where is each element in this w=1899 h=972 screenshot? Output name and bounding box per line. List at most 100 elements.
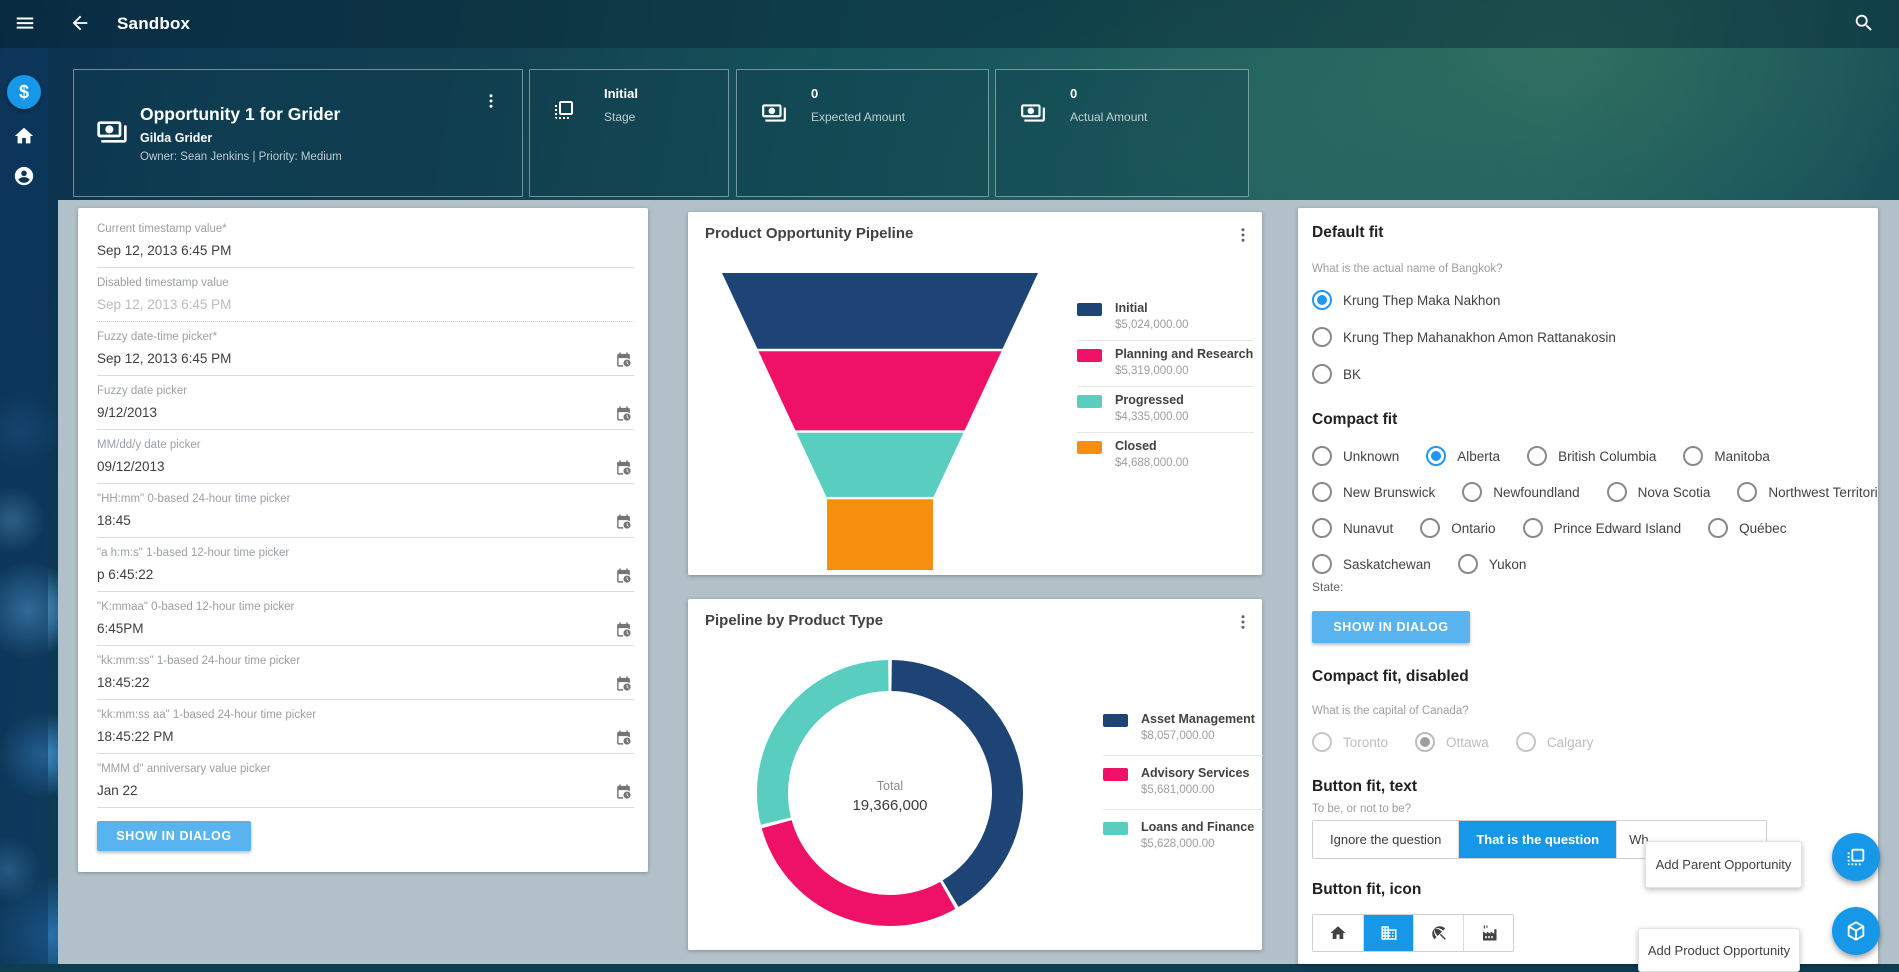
radio-label: BK	[1343, 367, 1361, 382]
picker-value[interactable]: Sep 12, 2013 6:45 PM	[97, 243, 634, 259]
opportunity-caption: Owner: Sean Jenkins | Priority: Medium	[140, 151, 342, 163]
factory-icon[interactable]	[1463, 915, 1513, 951]
radio-option[interactable]: Krung Thep Mahanakhon Amon Rattanakosin	[1312, 327, 1616, 347]
radio-option[interactable]: BK	[1312, 364, 1361, 384]
calendar-clock-icon[interactable]	[615, 351, 632, 368]
legend-value: $5,319,000.00	[1115, 364, 1254, 379]
back-arrow-icon[interactable]	[68, 12, 92, 36]
radio-option[interactable]: British Columbia	[1527, 446, 1656, 466]
radio-label: Ottawa	[1446, 735, 1489, 750]
legend-item[interactable]: Asset Management$8,057,000.00	[1103, 702, 1263, 755]
actual-amount-card[interactable]: 0 Actual Amount	[995, 69, 1249, 197]
section-heading: Button fit, text	[1312, 778, 1862, 796]
radio-option[interactable]: Nunavut	[1312, 518, 1393, 538]
search-icon[interactable]	[1852, 12, 1876, 36]
radio-icon	[1683, 446, 1703, 466]
show-in-dialog-button[interactable]: SHOW IN DIALOG	[1312, 611, 1470, 643]
add-product-opportunity-fab[interactable]	[1832, 907, 1880, 955]
picker-value[interactable]: 9/12/2013	[97, 405, 634, 421]
picker-field[interactable]: "MMM d" anniversary value pickerJan 22	[97, 754, 634, 808]
legend-label: Loans and Finance	[1141, 820, 1263, 835]
radio-option[interactable]: Alberta	[1426, 446, 1500, 466]
home-icon[interactable]	[1313, 915, 1363, 951]
calendar-clock-icon[interactable]	[615, 621, 632, 638]
legend-item[interactable]: Progressed$4,335,000.00	[1077, 386, 1254, 432]
picker-field[interactable]: "kk:mm:ss aa" 1-based 24-hour time picke…	[97, 700, 634, 754]
legend-item[interactable]: Loans and Finance$5,628,000.00	[1103, 809, 1263, 863]
calendar-clock-icon[interactable]	[615, 405, 632, 422]
donut-chart-card: Pipeline by Product Type Total 19,366,00…	[688, 599, 1262, 950]
picker-value[interactable]: 18:45	[97, 513, 634, 529]
funnel-segment[interactable]	[722, 273, 1038, 349]
donut-segment[interactable]	[777, 824, 948, 910]
picker-value[interactable]: 18:45:22	[97, 675, 634, 691]
show-in-dialog-button[interactable]: SHOW IN DIALOG	[97, 821, 251, 851]
stat-value: 0	[811, 86, 818, 101]
legend-item[interactable]: Planning and Research$5,319,000.00	[1077, 340, 1254, 386]
calendar-clock-icon[interactable]	[615, 459, 632, 476]
opportunity-kebab-menu-icon[interactable]	[482, 92, 500, 112]
radio-option[interactable]: Québec	[1708, 518, 1786, 538]
radio-option[interactable]: Northwest Territories	[1737, 482, 1878, 502]
picker-field[interactable]: "a h:m:s" 1-based 12-hour time pickerp 6…	[97, 538, 634, 592]
legend-item[interactable]: Advisory Services$5,681,000.00	[1103, 755, 1263, 809]
radio-option[interactable]: New Brunswick	[1312, 482, 1435, 502]
radio-label: Newfoundland	[1493, 485, 1579, 500]
hamburger-menu-icon[interactable]	[13, 12, 37, 36]
radio-option[interactable]: Ontario	[1420, 518, 1495, 538]
picker-field[interactable]: Fuzzy date-time picker*Sep 12, 2013 6:45…	[97, 322, 634, 376]
radio-option[interactable]: Nova Scotia	[1607, 482, 1711, 502]
home-icon[interactable]	[12, 125, 36, 149]
person-icon[interactable]	[12, 165, 36, 189]
calendar-clock-icon[interactable]	[615, 783, 632, 800]
picker-value[interactable]: p 6:45:22	[97, 567, 634, 583]
radio-option[interactable]: Yukon	[1458, 554, 1527, 574]
radio-option[interactable]: Manitoba	[1683, 446, 1770, 466]
picker-value[interactable]: Sep 12, 2013 6:45 PM	[97, 351, 634, 367]
radio-option[interactable]: Newfoundland	[1462, 482, 1579, 502]
stat-value: 0	[1070, 86, 1077, 101]
radio-icon	[1523, 518, 1543, 538]
picker-field[interactable]: "kk:mm:ss" 1-based 24-hour time picker18…	[97, 646, 634, 700]
picker-field[interactable]: MM/dd/y date picker 09/12/2013	[97, 430, 634, 484]
radio-option[interactable]: Unknown	[1312, 446, 1399, 466]
picker-label: MM/dd/y date picker	[97, 439, 634, 452]
stage-card[interactable]: Initial Stage	[529, 69, 729, 197]
radio-option[interactable]: Krung Thep Maka Nakhon	[1312, 290, 1500, 310]
radio-label: Krung Thep Mahanakhon Amon Rattanakosin	[1343, 330, 1616, 345]
add-parent-opportunity-fab[interactable]	[1832, 833, 1880, 881]
calendar-clock-icon[interactable]	[615, 513, 632, 530]
picker-field[interactable]: Current timestamp value*Sep 12, 2013 6:4…	[97, 214, 634, 268]
office-building-icon[interactable]	[1363, 915, 1413, 951]
radio-label: New Brunswick	[1343, 485, 1435, 500]
money-fab[interactable]: $	[7, 75, 41, 109]
radio-icon	[1415, 732, 1435, 752]
calendar-clock-icon[interactable]	[615, 567, 632, 584]
opportunity-card[interactable]: Opportunity 1 for Grider Gilda Grider Ow…	[73, 69, 523, 197]
sidebar: $	[0, 48, 48, 964]
funnel-segment[interactable]	[759, 351, 1002, 430]
radio-row: TorontoOttawaCalgary	[1312, 730, 1862, 754]
question-text: What is the actual name of Bangkok?	[1312, 262, 1862, 276]
picker-value[interactable]: 09/12/2013	[97, 459, 634, 475]
picker-field[interactable]: "K:mmaa" 0-based 12-hour time picker6:45…	[97, 592, 634, 646]
expected-amount-card[interactable]: 0 Expected Amount	[736, 69, 989, 197]
funnel-segment[interactable]	[797, 433, 964, 497]
radio-option[interactable]: Prince Edward Island	[1523, 518, 1682, 538]
picker-field[interactable]: Fuzzy date picker9/12/2013	[97, 376, 634, 430]
funnel-segment[interactable]	[827, 499, 933, 570]
text-segment-button[interactable]: That is the question	[1458, 821, 1616, 858]
picker-field[interactable]: "HH:mm" 0-based 24-hour time picker18:45	[97, 484, 634, 538]
picker-value[interactable]: Jan 22	[97, 783, 634, 799]
picker-value[interactable]: 6:45PM	[97, 621, 634, 637]
radio-option[interactable]: Saskatchewan	[1312, 554, 1431, 574]
calendar-clock-icon[interactable]	[615, 675, 632, 692]
text-segment-button[interactable]: Ignore the question	[1313, 821, 1458, 858]
radio-label: Nova Scotia	[1638, 485, 1711, 500]
legend-label: Advisory Services	[1141, 766, 1263, 781]
picker-value[interactable]: 18:45:22 PM	[97, 729, 634, 745]
legend-item[interactable]: Initial$5,024,000.00	[1077, 295, 1254, 340]
legend-item[interactable]: Closed$4,688,000.00	[1077, 432, 1254, 478]
calendar-clock-icon[interactable]	[615, 729, 632, 746]
beach-umbrella-icon[interactable]	[1413, 915, 1463, 951]
